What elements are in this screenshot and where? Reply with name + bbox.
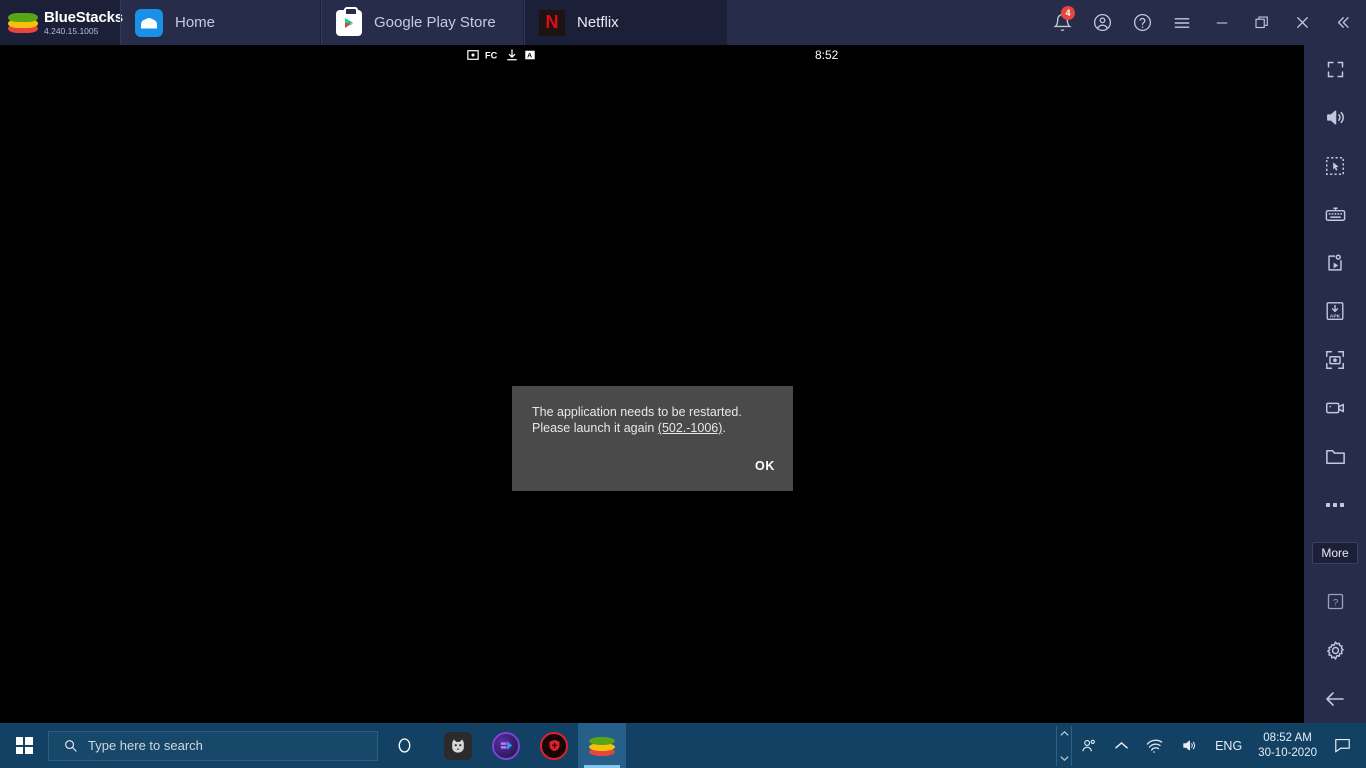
a-badge-icon: A: [524, 49, 536, 61]
sidebar-more-label: More: [1312, 542, 1358, 565]
svg-text:FC: FC: [485, 50, 498, 60]
titlebar-spacer: [727, 0, 1042, 45]
android-clock: 8:52: [815, 48, 839, 62]
brand-version: 4.240.15.1005: [44, 25, 99, 36]
tab-google-play-store-label: Google Play Store: [374, 14, 496, 31]
tab-home-label: Home: [175, 14, 216, 31]
bluestacks-sidebar: APK More ?: [1304, 45, 1366, 723]
android-status-bar: FC A 8:52: [0, 45, 1304, 67]
bluestacks-window: BlueStacks 4.240.15.1005 Home Google Pla…: [0, 0, 1366, 768]
search-placeholder: Type here to search: [88, 738, 203, 753]
dialog-message-prefix: Please launch it again: [532, 421, 658, 435]
dialog-message-line1: The application needs to be restarted.: [532, 405, 742, 419]
system-tray: ENG 08:52 AM 30-10-2020: [1056, 723, 1366, 768]
red-shield-app-icon: [540, 731, 568, 760]
netflix-icon: N: [539, 9, 565, 36]
windows-taskbar: Type here to search ENG 08:52 AM 30-10-2…: [0, 723, 1366, 768]
action-center-button[interactable]: [1325, 723, 1362, 768]
account-button[interactable]: [1082, 0, 1122, 45]
wifi-icon: [1145, 738, 1164, 754]
collapse-sidebar-button[interactable]: [1322, 0, 1362, 45]
purple-app-icon: [492, 731, 520, 760]
sidebar-item-screenshot[interactable]: [1304, 336, 1366, 384]
download-icon: [506, 49, 518, 61]
people-button[interactable]: [1072, 723, 1106, 768]
screenshot-icon: [467, 49, 479, 61]
tab-home[interactable]: Home: [120, 0, 321, 45]
menu-button[interactable]: [1162, 0, 1202, 45]
search-icon: [63, 738, 78, 753]
sidebar-item-game-controls[interactable]: [1304, 190, 1366, 238]
windows-logo-icon: [15, 737, 33, 754]
svg-text:APK: APK: [1330, 314, 1341, 320]
taskbar-app-2[interactable]: [482, 723, 530, 768]
sidebar-item-record-screen[interactable]: [1304, 384, 1366, 432]
sidebar-item-fullscreen[interactable]: [1304, 45, 1366, 93]
dialog-message-suffix: .: [722, 421, 726, 435]
minimize-button[interactable]: [1202, 0, 1242, 45]
taskbar-app-3[interactable]: [530, 723, 578, 768]
taskbar-app-1[interactable]: [434, 723, 482, 768]
svg-text:A: A: [527, 53, 532, 60]
status-bar-icons: FC A: [467, 49, 536, 61]
show-hidden-icons-button[interactable]: [1106, 723, 1137, 768]
wolf-app-icon: [444, 731, 472, 760]
start-button[interactable]: [0, 723, 48, 768]
close-button[interactable]: [1282, 0, 1322, 45]
clock-time: 08:52 AM: [1263, 731, 1312, 744]
network-button[interactable]: [1137, 723, 1172, 768]
sidebar-item-settings[interactable]: [1304, 626, 1366, 674]
sidebar-item-install-apk[interactable]: APK: [1304, 287, 1366, 335]
dialog-message: The application needs to be restarted. P…: [512, 386, 793, 436]
tab-netflix[interactable]: N Netflix: [524, 0, 727, 45]
fc-icon: FC: [485, 49, 500, 61]
notification-badge: 4: [1061, 6, 1075, 20]
clock-date: 30-10-2020: [1258, 746, 1317, 759]
brand-area: BlueStacks 4.240.15.1005: [0, 0, 123, 45]
window-actions: 4: [1042, 0, 1366, 45]
action-center-icon: [1333, 736, 1352, 755]
cortana-circle-icon: [395, 736, 414, 755]
taskbar-app-bluestacks[interactable]: [578, 723, 626, 768]
sidebar-more-tooltip: More: [1304, 529, 1366, 577]
people-icon: [1080, 737, 1098, 755]
android-screen: FC A 8:52 The application needs to be re…: [0, 45, 1304, 723]
dialog-actions: OK: [755, 457, 775, 475]
sidebar-item-media-manager[interactable]: [1304, 432, 1366, 480]
bluestacks-logo: [588, 732, 616, 760]
sidebar-item-macro-recorder[interactable]: [1304, 239, 1366, 287]
speaker-icon: [1180, 737, 1199, 754]
cortana-button[interactable]: [378, 736, 430, 755]
taskbar-apps: [434, 723, 626, 768]
language-indicator[interactable]: ENG: [1207, 739, 1250, 753]
tab-bar: Home Google Play Store N Netflix: [120, 0, 727, 45]
svg-text:?: ?: [1332, 598, 1337, 609]
maximize-button[interactable]: [1242, 0, 1282, 45]
dialog-error-code: (502.-1006): [657, 421, 723, 435]
sidebar-item-back[interactable]: [1304, 674, 1366, 722]
tray-scroll-control[interactable]: [1056, 725, 1073, 766]
clock[interactable]: 08:52 AM 30-10-2020: [1250, 731, 1325, 761]
help-button[interactable]: [1122, 0, 1162, 45]
sidebar-item-more[interactable]: [1304, 481, 1366, 529]
home-icon: [135, 8, 163, 37]
tab-netflix-label: Netflix: [577, 14, 619, 31]
bluestacks-logo-icon: [8, 10, 38, 36]
titlebar: BlueStacks 4.240.15.1005 Home Google Pla…: [0, 0, 1366, 45]
sidebar-item-help[interactable]: ?: [1304, 578, 1366, 626]
sidebar-item-multi-select[interactable]: [1304, 142, 1366, 190]
sidebar-item-volume[interactable]: [1304, 93, 1366, 141]
restart-dialog: The application needs to be restarted. P…: [512, 386, 793, 491]
brand-name: BlueStacks: [44, 8, 123, 26]
dialog-message-line2: Please launch it again (502.-1006).: [532, 420, 773, 436]
volume-button[interactable]: [1172, 723, 1207, 768]
tab-google-play-store[interactable]: Google Play Store: [321, 0, 524, 45]
notifications-button[interactable]: 4: [1042, 0, 1082, 45]
google-play-icon: [336, 6, 362, 36]
search-input[interactable]: Type here to search: [48, 730, 378, 761]
dialog-ok-button[interactable]: OK: [755, 459, 775, 473]
chevron-up-icon: [1114, 740, 1129, 751]
